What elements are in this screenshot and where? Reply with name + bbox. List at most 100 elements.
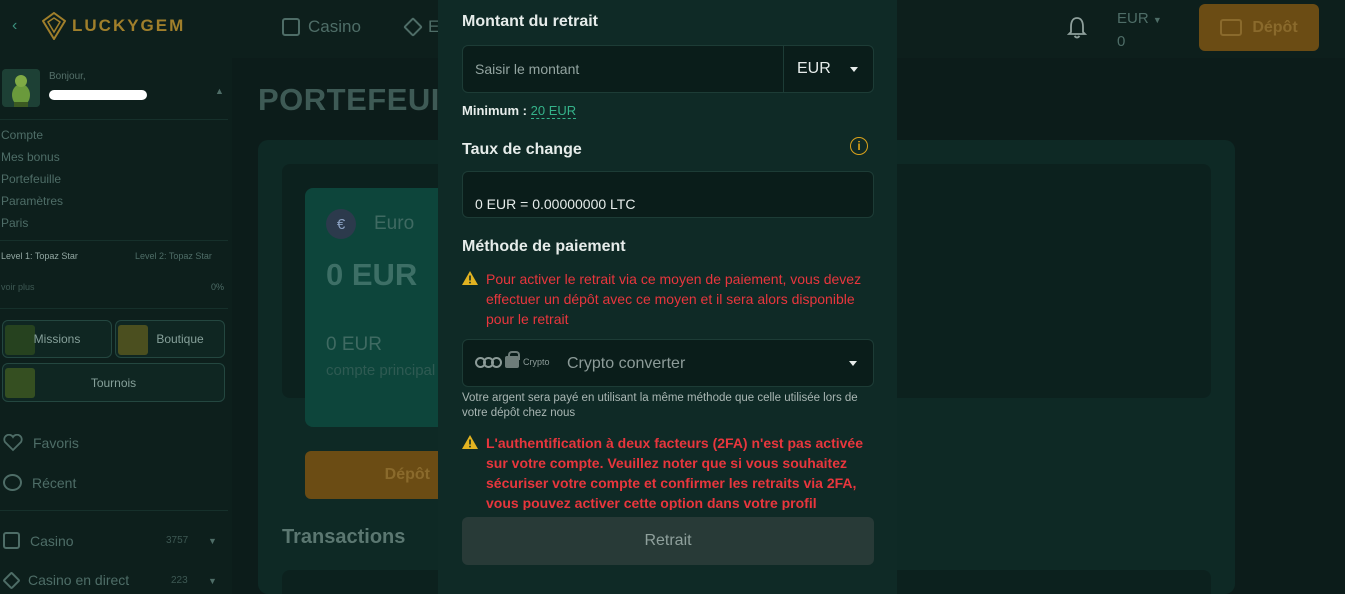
chevron-down-icon[interactable]: ▼ (208, 576, 217, 586)
method-warning: Pour activer le retrait via ce moyen de … (462, 269, 872, 329)
chevron-down-icon: ▼ (1152, 15, 1162, 25)
account-menu: Compte Mes bonus Portefeuille Paramètres… (1, 128, 63, 238)
warning-icon (462, 271, 478, 285)
warning-icon (462, 435, 478, 449)
amount-field: EUR (462, 45, 874, 93)
current-level: Level 1: Topaz Star (1, 251, 78, 261)
target-icon (5, 325, 35, 355)
exchange-rate-field: 0 EUR = 0.00000000 LTC (462, 171, 874, 218)
account-balance: 0 EUR (326, 257, 418, 292)
divider (0, 308, 228, 309)
level-progress: 0% (211, 282, 225, 292)
casino-category[interactable]: Casino (3, 532, 74, 549)
heart-icon (3, 434, 23, 452)
main-account-label: compte principal (326, 362, 436, 379)
balance-value: 0 (1117, 33, 1126, 50)
logo[interactable]: LUCKYGEM (42, 12, 185, 40)
minimum-value[interactable]: 20 EUR (530, 103, 577, 119)
shop-label: Boutique (156, 332, 204, 346)
missions-label: Missions (33, 332, 81, 346)
tournaments-label: Tournois (90, 375, 137, 390)
currency-selector[interactable]: EUR ▼ 0 (1117, 8, 1162, 52)
dice-icon (282, 18, 300, 36)
user-menu[interactable]: Bonjour, ▲ (0, 66, 228, 112)
currency-dropdown[interactable]: EUR (784, 46, 874, 92)
crypto-converter-logo: Crypto (475, 351, 550, 368)
sidebar: Bonjour, ▲ Compte Mes bonus Portefeuille… (0, 58, 232, 594)
minimum-amount: Minimum : 20 EUR (462, 103, 577, 119)
tournaments-tile[interactable]: Tournois (2, 363, 225, 402)
diamond-icon (2, 570, 21, 590)
payment-note: Votre argent sera payé en utilisant la m… (462, 392, 858, 419)
divider (0, 240, 228, 241)
info-icon[interactable]: i (850, 137, 868, 155)
cc-circles-icon (475, 356, 502, 368)
menu-item-account[interactable]: Compte (1, 128, 63, 150)
recent-label: Récent (32, 474, 77, 491)
chevron-down-icon (850, 67, 858, 72)
payment-method-value: Crypto converter (567, 355, 686, 372)
dice-icon (3, 532, 20, 549)
account-currency-name: Euro (374, 213, 415, 234)
favorites-link[interactable]: Favoris (3, 434, 79, 452)
live-casino-count: 223 (171, 575, 188, 586)
menu-item-bets[interactable]: Paris (1, 216, 63, 238)
shopping-bag-icon (118, 325, 148, 355)
menu-item-bonuses[interactable]: Mes bonus (1, 150, 63, 172)
avatar (2, 69, 40, 107)
wallet-icon (1220, 19, 1243, 36)
chevron-down-icon (849, 361, 857, 366)
deposit-button-label: Dépôt (1252, 18, 1298, 36)
menu-item-wallet[interactable]: Portefeuille (1, 172, 63, 194)
username-redacted (49, 90, 147, 100)
nav-live[interactable]: E (403, 17, 439, 37)
nav-casino[interactable]: Casino (282, 17, 361, 37)
live-casino-label: Casino en direct (28, 572, 130, 588)
scroll-clip: L'authentification à deux facteurs (2FA)… (438, 430, 897, 510)
favorites-label: Favoris (33, 435, 79, 451)
collapse-sidebar-icon[interactable]: ‹ (12, 17, 17, 35)
currency-dropdown-value: EUR (797, 60, 831, 77)
payment-method-label: Méthode de paiement (462, 238, 626, 255)
method-warning-text: Pour activer le retrait via ce moyen de … (486, 271, 862, 327)
crypto-logo-text: Crypto (523, 357, 550, 367)
2fa-warning: L'authentification à deux facteurs (2FA)… (462, 433, 872, 510)
live-casino-category[interactable]: Casino en direct (2, 570, 130, 590)
withdraw-button[interactable]: Retrait (462, 517, 874, 565)
2fa-warning-text: L'authentification à deux facteurs (2FA)… (486, 435, 863, 510)
divider (0, 119, 228, 120)
lock-icon (505, 351, 520, 368)
casino-count: 3757 (166, 535, 189, 546)
trophy-icon (5, 368, 35, 398)
card-deposit-button[interactable]: Dépôt (305, 451, 455, 499)
shop-tile[interactable]: Boutique (115, 320, 225, 358)
transactions-title: Transactions (282, 526, 406, 548)
euro-icon: € (326, 209, 356, 239)
currency-code: EUR (1117, 10, 1149, 27)
exchange-rate-label: Taux de change (462, 141, 582, 158)
casino-category-label: Casino (30, 532, 74, 549)
menu-item-settings[interactable]: Paramètres (1, 194, 63, 216)
logo-text: LUCKYGEM (72, 16, 186, 35)
exchange-rate-value: 0 EUR = 0.00000000 LTC (475, 196, 636, 212)
chevron-up-icon[interactable]: ▲ (215, 86, 224, 96)
main-account-balance: 0 EUR (326, 334, 382, 355)
recent-link[interactable]: Récent (3, 474, 76, 491)
bell-icon[interactable] (1067, 16, 1087, 40)
deposit-button[interactable]: Dépôt (1199, 4, 1319, 51)
history-icon (3, 474, 22, 491)
nav-casino-label: Casino (308, 17, 361, 36)
amount-input[interactable] (463, 46, 783, 92)
amount-label: Montant du retrait (462, 13, 598, 30)
missions-tile[interactable]: Missions (2, 320, 112, 358)
withdraw-modal: Montant du retrait EUR Minimum : 20 EUR … (438, 0, 897, 594)
greeting: Bonjour, (49, 71, 86, 82)
payment-method-dropdown[interactable]: Crypto Crypto converter (462, 339, 874, 387)
chevron-down-icon[interactable]: ▼ (208, 536, 217, 546)
avatar-image (2, 69, 40, 107)
diamond-icon (403, 17, 423, 37)
gem-logo-icon (42, 12, 66, 40)
see-more-link[interactable]: voir plus (1, 282, 35, 292)
minimum-label: Minimum : (462, 103, 527, 118)
divider (0, 510, 228, 511)
